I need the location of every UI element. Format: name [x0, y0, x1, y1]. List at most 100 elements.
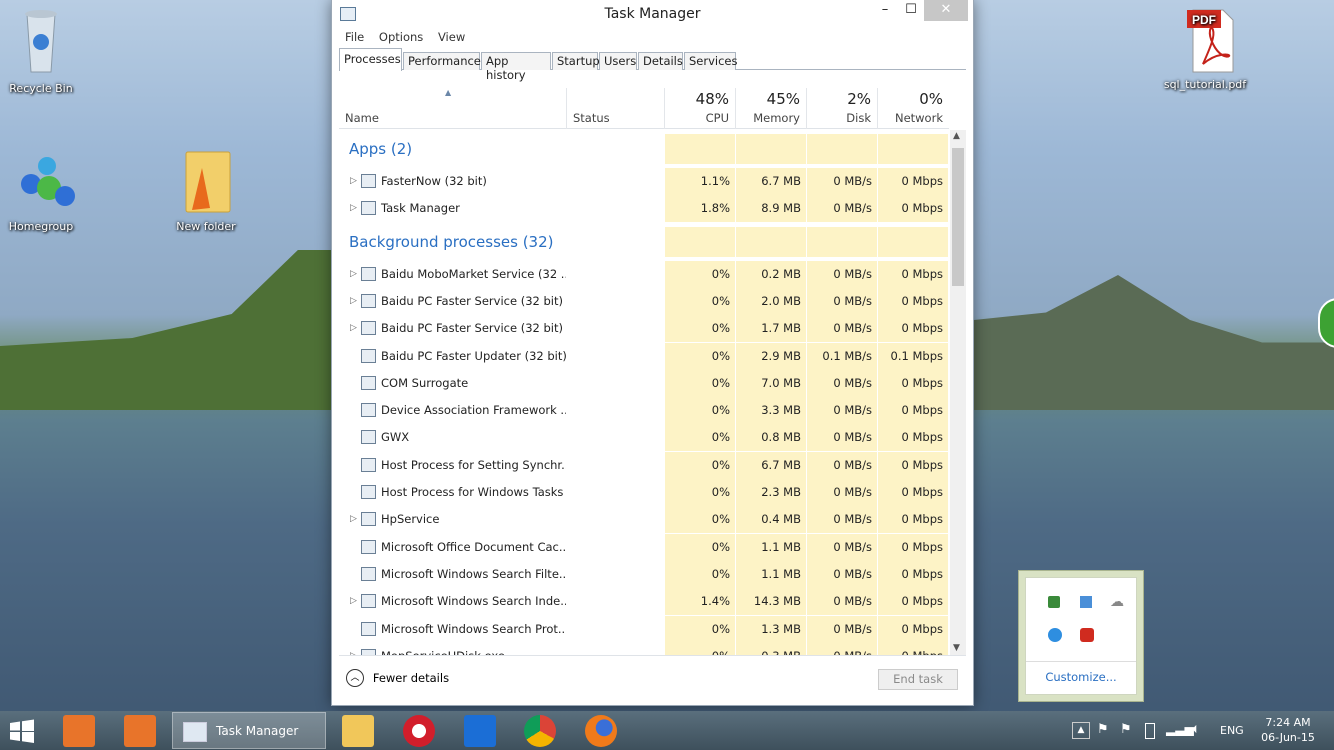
- desktop-icon-recycle-bin[interactable]: Recycle Bin: [0, 6, 86, 95]
- process-row[interactable]: ▷ HpService 0% 0.4 MB 0 MB/s 0 Mbps: [339, 506, 949, 534]
- process-cpu: 0%: [711, 403, 730, 418]
- process-disk: 0 MB/s: [833, 430, 872, 445]
- process-net: 0 Mbps: [901, 266, 944, 281]
- mountain-left: [0, 250, 331, 410]
- process-cpu: 0%: [711, 430, 730, 445]
- tab-details[interactable]: Details: [638, 52, 683, 70]
- process-row[interactable]: ▷ Baidu MoboMarket Service (32 ... 0% 0.2 M…: [339, 260, 949, 288]
- process-row[interactable]: Microsoft Windows Search Filte... 0% 1.1 M…: [339, 560, 949, 588]
- process-row[interactable]: Host Process for Windows Tasks 0% 2.3 MB 0 …: [339, 479, 949, 506]
- task-manager-taskbar-icon: [183, 722, 207, 742]
- process-row[interactable]: Microsoft Windows Search Prot... 0% 1.3 MB…: [339, 615, 949, 643]
- menu-view[interactable]: View: [438, 30, 465, 44]
- process-row[interactable]: GWX 0% 0.8 MB 0 MB/s 0 Mbps: [339, 424, 949, 452]
- column-disk[interactable]: 2% Disk: [807, 88, 878, 129]
- column-memory[interactable]: 45% Memory: [736, 88, 807, 129]
- language-indicator[interactable]: ENG: [1220, 724, 1244, 737]
- fasternow-tray-icon[interactable]: [1048, 628, 1062, 642]
- usage-cell-bg: [736, 134, 807, 164]
- process-mem: 6.7 MB: [761, 457, 801, 472]
- process-row[interactable]: ▷ Baidu PC Faster Service (32 bit) 0% 2.0 M…: [339, 287, 949, 315]
- action-center-flag-icon[interactable]: ⚑: [1097, 722, 1109, 737]
- menu-file[interactable]: File: [345, 30, 364, 44]
- start-button[interactable]: [8, 719, 38, 743]
- recycle-bin-icon: [17, 6, 65, 73]
- tab-services[interactable]: Services: [684, 52, 738, 70]
- desktop-icon-homegroup[interactable]: Homegroup: [0, 156, 86, 233]
- volume-icon[interactable]: 🔈︎: [1192, 721, 1200, 737]
- folder-icon: [182, 148, 231, 213]
- battery-icon[interactable]: [1145, 723, 1155, 739]
- process-net: 0 Mbps: [901, 621, 944, 636]
- scroll-down-icon[interactable]: ▼: [953, 643, 960, 653]
- process-net: 0.1 Mbps: [890, 348, 943, 363]
- process-net: 0 Mbps: [901, 321, 944, 336]
- process-row[interactable]: Host Process for Setting Synchr... 0% 6.7 …: [339, 451, 949, 479]
- process-row[interactable]: ▷ Task Manager 1.8% 8.9 MB 0 MB/s 0 Mbps: [339, 195, 949, 223]
- fewer-details-button[interactable]: ︿ Fewer details: [346, 669, 449, 691]
- desktop-icon-pdf[interactable]: PDF sql_tutorial.pdf: [1160, 8, 1250, 91]
- process-row[interactable]: Microsoft Office Document Cac... 0% 1.1 MB…: [339, 533, 949, 561]
- column-status[interactable]: Status: [567, 88, 665, 129]
- process-mem: 2.9 MB: [761, 348, 801, 363]
- chrome-icon[interactable]: [524, 715, 556, 747]
- desktop-icon-new-folder[interactable]: New folder: [161, 148, 251, 233]
- file-explorer-icon[interactable]: [342, 715, 374, 747]
- network-icon[interactable]: ⚑: [1120, 722, 1132, 737]
- process-row[interactable]: Device Association Framework ... 0% 3.3 MB…: [339, 397, 949, 425]
- usb-safe-remove-icon[interactable]: [1048, 596, 1060, 608]
- screen-recorder-icon[interactable]: [63, 715, 95, 747]
- process-mem: 7.0 MB: [761, 375, 801, 390]
- flag-icon[interactable]: [1080, 596, 1092, 608]
- usage-cell-bg: [807, 226, 878, 257]
- firefox-icon[interactable]: [585, 715, 617, 747]
- tab-startup[interactable]: Startup: [552, 52, 600, 70]
- end-task-button[interactable]: End task: [878, 669, 958, 690]
- clock[interactable]: 7:24 AM 06-Jun-15: [1258, 715, 1318, 745]
- green-edge-button[interactable]: [1318, 298, 1334, 348]
- process-disk: 0 MB/s: [833, 485, 872, 499]
- menu-options[interactable]: Options: [379, 30, 423, 44]
- scrollbar-thumb[interactable]: [952, 148, 964, 286]
- tab-users[interactable]: Users: [599, 52, 637, 70]
- process-net: 0 Mbps: [901, 293, 944, 308]
- column-network[interactable]: 0% Network: [878, 88, 949, 129]
- pdf-tray-icon[interactable]: [1080, 628, 1094, 642]
- tab-performance[interactable]: Performance: [403, 52, 481, 70]
- process-name: COM Surrogate: [381, 375, 469, 390]
- show-hidden-icons-icon[interactable]: ▲: [1072, 722, 1090, 739]
- process-row[interactable]: Baidu PC Faster Updater (32 bit) 0% 2.9 MB…: [339, 342, 949, 370]
- title-bar[interactable]: Task Manager – ☐ ✕: [332, 0, 973, 30]
- process-row[interactable]: ▷ FasterNow (32 bit) 1.1% 6.7 MB 0 MB/s 0 Mbp…: [339, 168, 949, 195]
- vertical-scrollbar[interactable]: ▲ ▼: [950, 130, 966, 655]
- customize-link[interactable]: Customize...: [1026, 670, 1136, 684]
- tab-processes[interactable]: Processes: [339, 48, 402, 71]
- process-mem: 0.4 MB: [761, 512, 801, 527]
- process-cpu: 0%: [711, 348, 730, 363]
- usage-cell-bg: [807, 134, 878, 164]
- process-name: Baidu PC Faster Updater (32 bit): [381, 348, 566, 363]
- process-row[interactable]: COM Surrogate 0% 7.0 MB 0 MB/s 0 Mbps: [339, 369, 949, 397]
- screen-capture-icon[interactable]: [124, 715, 156, 747]
- process-cpu: 0%: [711, 621, 730, 636]
- process-list: Apps (2) ▷ FasterNow (32 bit) 1.1% 6.7 MB 0 M…: [339, 130, 949, 655]
- close-button[interactable]: ✕: [924, 0, 968, 21]
- signal-icon[interactable]: ▂▃▅: [1166, 722, 1194, 736]
- process-row[interactable]: ▷ Microsoft Windows Search Inde... 1.4% 14.…: [339, 588, 949, 616]
- process-net: 0 Mbps: [901, 201, 944, 216]
- minimize-button[interactable]: –: [872, 0, 898, 21]
- taskbar-task-manager[interactable]: Task Manager: [172, 712, 326, 749]
- tab-app-history[interactable]: App history: [481, 52, 551, 82]
- maxthon-icon[interactable]: [464, 715, 496, 747]
- process-row[interactable]: ▷ Baidu PC Faster Service (32 bit) 0% 1.7 M…: [339, 315, 949, 343]
- process-row[interactable]: ▷MopServiceUDisk.exe0%0.3 MB0 MB/s0 Mbps: [339, 642, 949, 655]
- cloud-icon[interactable]: ☁: [1110, 594, 1124, 610]
- column-name[interactable]: ▲ Name: [339, 88, 567, 129]
- clock-time: 7:24 AM: [1265, 716, 1311, 729]
- process-disk: 0 MB/s: [833, 403, 872, 418]
- opera-icon[interactable]: [403, 715, 435, 747]
- maximize-button[interactable]: ☐: [898, 0, 924, 21]
- scroll-up-icon[interactable]: ▲: [953, 131, 960, 141]
- column-cpu[interactable]: 48% CPU: [665, 88, 736, 129]
- process-disk: 0 MB/s: [833, 201, 872, 216]
